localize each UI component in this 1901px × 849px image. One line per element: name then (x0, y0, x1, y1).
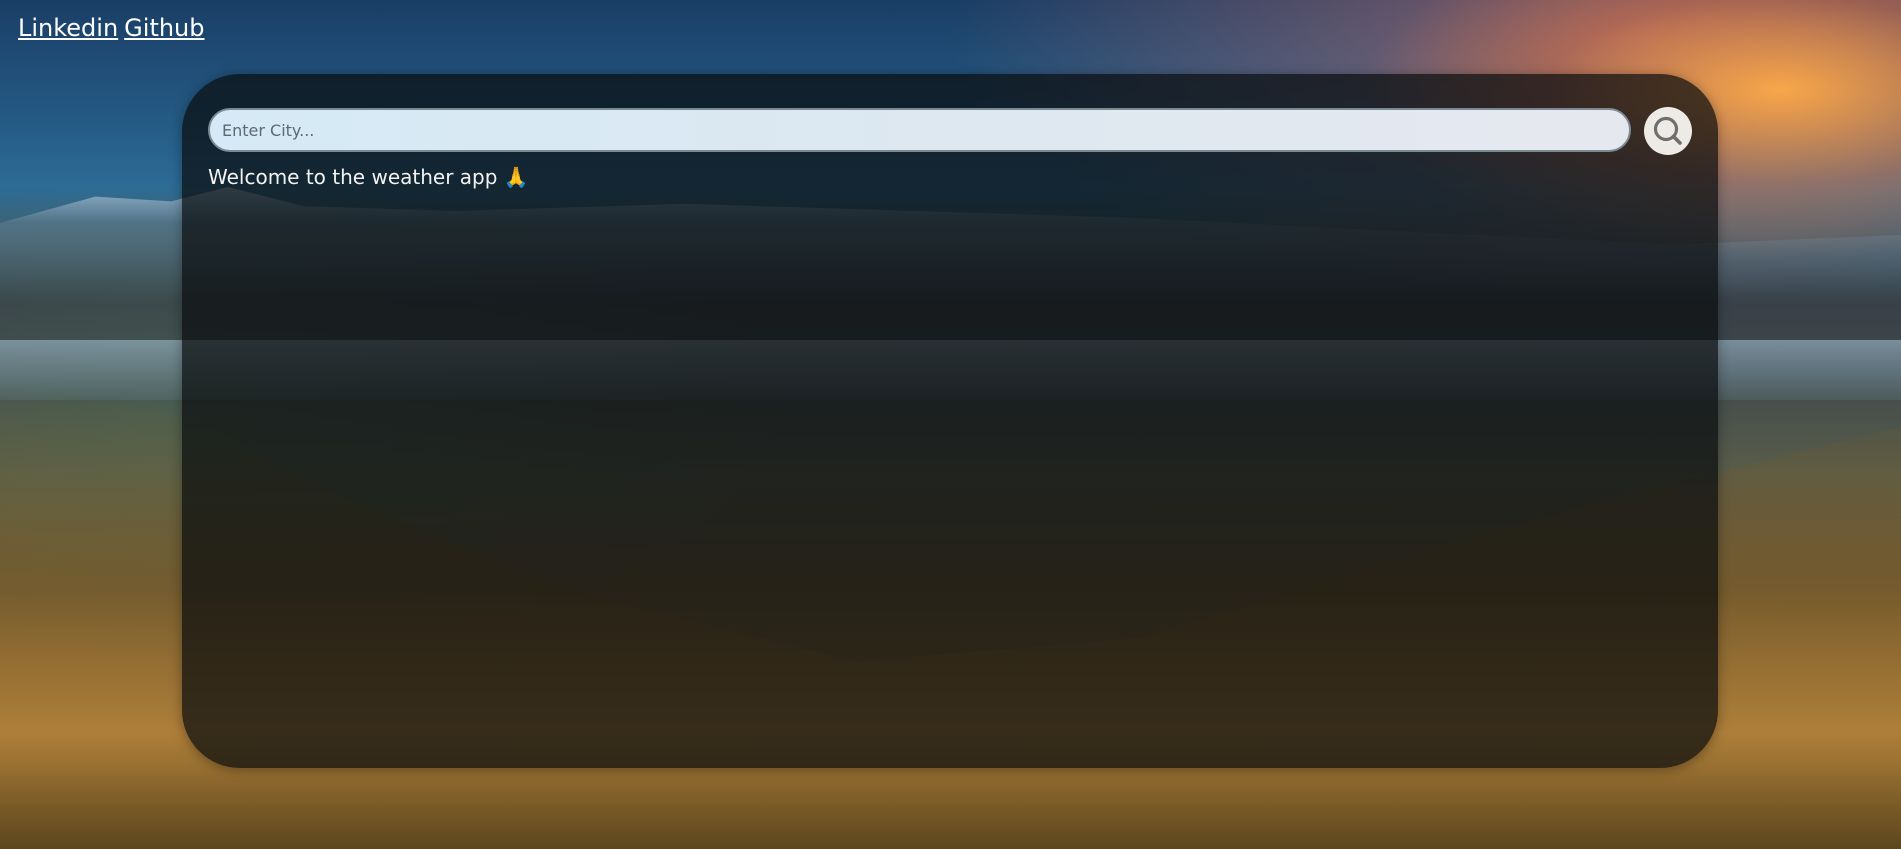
top-nav: Linkedin Github (18, 14, 211, 43)
search-bar (208, 107, 1692, 156)
linkedin-link[interactable]: Linkedin (18, 14, 118, 42)
search-icon (1653, 116, 1682, 145)
weather-card: Welcome to the weather app 🙏 (182, 74, 1718, 768)
city-search-input[interactable] (208, 108, 1631, 152)
github-link[interactable]: Github (124, 14, 204, 42)
welcome-message: Welcome to the weather app 🙏 (208, 165, 529, 189)
search-button[interactable] (1644, 107, 1692, 155)
